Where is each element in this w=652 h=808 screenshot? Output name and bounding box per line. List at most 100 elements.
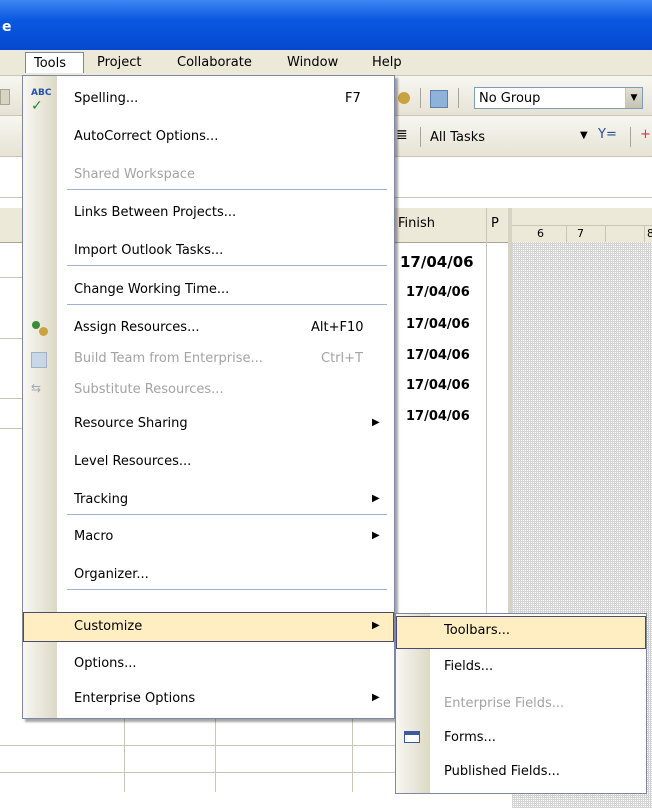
menu-help[interactable]: Help bbox=[372, 55, 402, 70]
menu-item-build-team[interactable]: Build Team from Enterprise... Ctrl+T bbox=[23, 344, 394, 374]
group-by-combo[interactable]: No Group ▼ bbox=[474, 87, 643, 109]
menu-item-options[interactable]: Options... bbox=[23, 649, 394, 679]
resource-icon[interactable] bbox=[398, 92, 410, 104]
menu-item-label: Substitute Resources... bbox=[74, 382, 224, 397]
menu-item-label: Change Working Time... bbox=[74, 282, 230, 297]
menu-item-customize[interactable]: Customize ▶ bbox=[23, 612, 394, 642]
menu-item-shared-workspace[interactable]: Shared Workspace bbox=[23, 160, 394, 190]
menu-item-assign-resources[interactable]: Assign Resources... Alt+F10 bbox=[23, 313, 394, 343]
menu-item-substitute-resources[interactable]: ⇆ Substitute Resources... bbox=[23, 375, 394, 405]
submenu-item-forms[interactable]: Forms... bbox=[396, 723, 646, 753]
row-divider bbox=[0, 772, 395, 773]
submenu-item-published-fields[interactable]: Published Fields... bbox=[396, 757, 646, 787]
menu-item-label: Level Resources... bbox=[74, 454, 192, 469]
forms-icon bbox=[404, 731, 420, 743]
menu-item-label: Enterprise Options bbox=[74, 691, 196, 706]
finish-date-cell[interactable]: 17/04/06 bbox=[400, 253, 474, 271]
menu-item-label: Options... bbox=[74, 656, 137, 671]
menu-item-label: Assign Resources... bbox=[74, 320, 200, 335]
menu-item-label: AutoCorrect Options... bbox=[74, 129, 219, 144]
menu-item-enterprise-options[interactable]: Enterprise Options ▶ bbox=[23, 684, 394, 714]
menu-item-label: Links Between Projects... bbox=[74, 205, 237, 220]
menu-item-label: Published Fields... bbox=[444, 764, 560, 779]
window-title: e bbox=[2, 19, 12, 35]
submenu-item-fields[interactable]: Fields... bbox=[396, 652, 646, 682]
finish-date-cell[interactable]: 17/04/06 bbox=[406, 348, 470, 363]
submenu-arrow-icon: ▶ bbox=[372, 493, 380, 504]
customize-submenu: Toolbars... Fields... Enterprise Fields.… bbox=[395, 613, 647, 794]
menu-item-shortcut: F7 bbox=[345, 91, 361, 106]
menu-item-label: Toolbars... bbox=[444, 623, 510, 638]
column-header-finish[interactable]: Finish bbox=[398, 216, 435, 231]
filter-combo[interactable]: All Tasks bbox=[426, 127, 597, 149]
menu-item-label: Macro bbox=[74, 529, 114, 544]
menu-item-spelling[interactable]: ABC ✓ Spelling... F7 bbox=[23, 84, 394, 114]
menu-item-label: Forms... bbox=[444, 730, 496, 745]
menu-item-level-resources[interactable]: Level Resources... bbox=[23, 447, 394, 477]
finish-date-cell[interactable]: 17/04/06 bbox=[406, 378, 470, 393]
column-divider bbox=[352, 718, 353, 792]
menu-item-shortcut: Alt+F10 bbox=[311, 320, 364, 335]
column-divider bbox=[215, 718, 216, 792]
menu-item-macro[interactable]: Macro ▶ bbox=[23, 522, 394, 552]
toolbar-icon-left[interactable] bbox=[0, 89, 10, 105]
menu-tools[interactable]: Tools bbox=[25, 52, 84, 73]
timescale-day: 6 bbox=[537, 227, 544, 240]
finish-date-cell[interactable]: 17/04/06 bbox=[406, 409, 470, 424]
timescale-header: 6 7 8 bbox=[512, 208, 652, 243]
finish-date-cell[interactable]: 17/04/06 bbox=[406, 317, 470, 332]
submenu-arrow-icon: ▶ bbox=[372, 620, 380, 631]
row-divider bbox=[0, 398, 22, 399]
toolbar-overflow-icon[interactable]: + bbox=[640, 127, 651, 142]
toolbar-separator bbox=[420, 88, 421, 108]
menu-separator bbox=[67, 514, 387, 515]
submenu-arrow-icon: ▶ bbox=[372, 692, 380, 703]
menu-item-label: Import Outlook Tasks... bbox=[74, 243, 224, 258]
menu-item-label: Resource Sharing bbox=[74, 416, 188, 431]
menu-item-label: Shared Workspace bbox=[74, 167, 195, 182]
finish-date-cell[interactable]: 17/04/06 bbox=[406, 285, 470, 300]
menu-item-change-working-time[interactable]: Change Working Time... bbox=[23, 275, 394, 305]
menu-item-shortcut: Ctrl+T bbox=[321, 351, 363, 366]
menu-bar: Tools Project Collaborate Window Help bbox=[0, 50, 652, 76]
menu-item-label: Fields... bbox=[444, 659, 494, 674]
assign-resources-icon bbox=[31, 319, 49, 337]
menu-window[interactable]: Window bbox=[287, 55, 338, 70]
menu-separator bbox=[67, 189, 387, 190]
menu-item-tracking[interactable]: Tracking ▶ bbox=[23, 485, 394, 515]
menu-separator bbox=[67, 304, 387, 305]
menu-separator bbox=[67, 589, 387, 590]
filter-value: All Tasks bbox=[430, 130, 486, 145]
menu-project[interactable]: Project bbox=[97, 55, 141, 70]
chevron-down-icon[interactable]: ▼ bbox=[625, 88, 642, 108]
toolbar-separator bbox=[458, 88, 459, 108]
submenu-item-enterprise-fields[interactable]: Enterprise Fields... bbox=[396, 689, 646, 719]
menu-item-resource-sharing[interactable]: Resource Sharing ▶ bbox=[23, 409, 394, 439]
spelling-icon: ABC ✓ bbox=[31, 88, 52, 114]
autofilter-icon[interactable]: Y= bbox=[598, 127, 617, 142]
menu-item-label: Build Team from Enterprise... bbox=[74, 351, 263, 366]
menu-item-organizer[interactable]: Organizer... bbox=[23, 560, 394, 590]
menu-item-label: Spelling... bbox=[74, 91, 139, 106]
menu-item-autocorrect[interactable]: AutoCorrect Options... bbox=[23, 122, 394, 152]
substitute-resources-icon: ⇆ bbox=[31, 381, 42, 395]
toolbar-separator bbox=[630, 127, 631, 147]
column-header-predecessors[interactable]: P bbox=[491, 216, 499, 231]
menu-item-label: Customize bbox=[74, 619, 143, 634]
timescale-divider bbox=[512, 225, 652, 226]
submenu-arrow-icon: ▶ bbox=[372, 417, 380, 428]
menu-item-import-outlook-tasks[interactable]: Import Outlook Tasks... bbox=[23, 236, 394, 266]
lines-icon[interactable]: ≣ bbox=[396, 127, 408, 143]
menu-item-label: Organizer... bbox=[74, 567, 149, 582]
menu-collaborate[interactable]: Collaborate bbox=[177, 55, 252, 70]
row-divider bbox=[0, 338, 22, 339]
group-by-value: No Group bbox=[479, 91, 541, 106]
group-icon[interactable] bbox=[430, 90, 448, 108]
chevron-down-icon[interactable]: ▼ bbox=[580, 130, 588, 141]
menu-tools-label: Tools bbox=[34, 56, 67, 71]
menu-item-links-between-projects[interactable]: Links Between Projects... bbox=[23, 198, 394, 228]
toolbar-separator bbox=[420, 127, 421, 147]
submenu-item-toolbars[interactable]: Toolbars... bbox=[396, 616, 646, 649]
timescale-day: 8 bbox=[647, 227, 652, 240]
column-divider bbox=[124, 718, 125, 792]
